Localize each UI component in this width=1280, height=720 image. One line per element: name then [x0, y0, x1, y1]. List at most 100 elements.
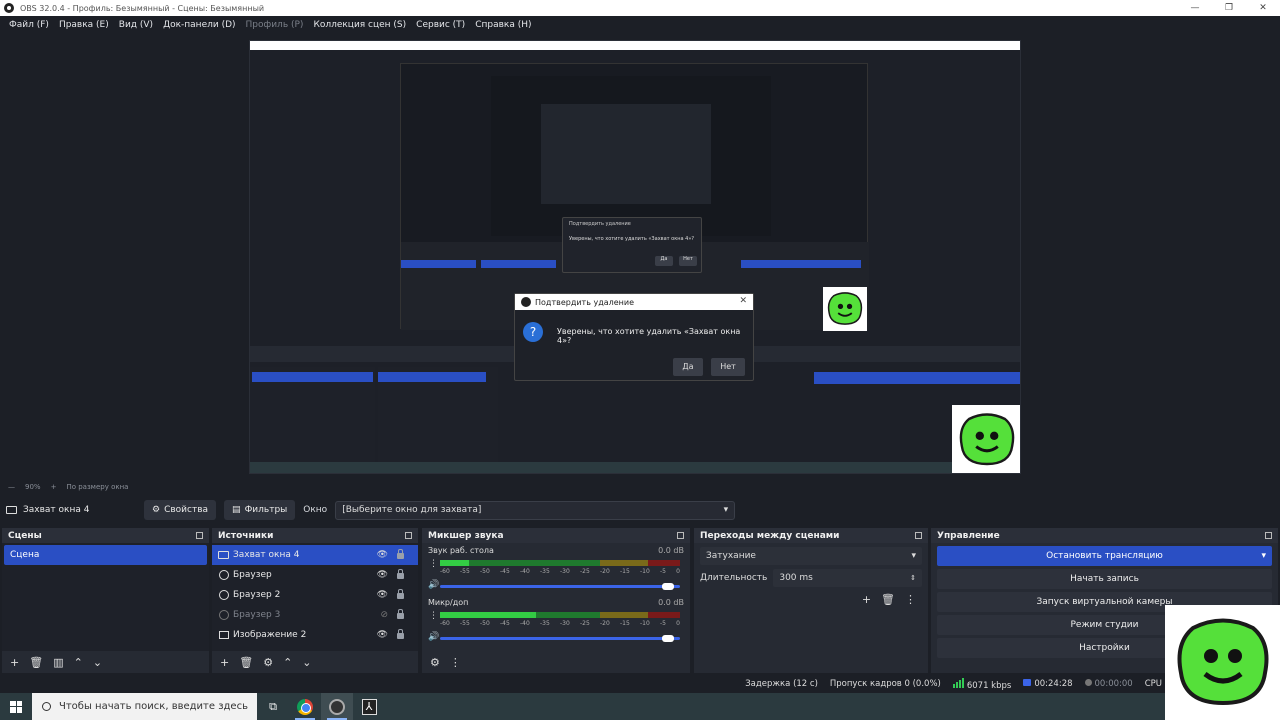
zoom-bar: — 90% + По размеру окна: [0, 481, 1280, 493]
more-icon[interactable]: ⋮: [450, 656, 461, 669]
menu-view[interactable]: Вид (V): [114, 20, 158, 30]
scene-item[interactable]: Сцена: [4, 545, 207, 565]
undock-icon[interactable]: [1265, 532, 1272, 539]
trash-icon[interactable]: 🗑: [881, 593, 895, 606]
undock-icon[interactable]: [196, 532, 203, 539]
spinner-icon[interactable]: ⇕: [910, 574, 916, 582]
lock-icon[interactable]: [397, 589, 404, 599]
more-icon[interactable]: ⋮: [429, 611, 438, 621]
lock-icon[interactable]: [397, 549, 404, 559]
maximize-icon[interactable]: ❐: [1212, 3, 1246, 13]
undock-icon[interactable]: [677, 532, 684, 539]
undock-icon[interactable]: [915, 532, 922, 539]
trash-icon[interactable]: 🗑: [29, 656, 43, 669]
status-delay: Задержка (12 с): [745, 679, 818, 689]
zoom-in-icon[interactable]: +: [51, 483, 57, 491]
lock-icon[interactable]: [397, 629, 404, 639]
speaker-icon[interactable]: 🔊: [428, 580, 439, 590]
transition-select[interactable]: Затухание ▾: [700, 547, 922, 565]
eye-icon[interactable]: 👁: [377, 630, 388, 640]
menu-help[interactable]: Справка (H): [470, 20, 536, 30]
menu-profile[interactable]: Профиль (P): [241, 20, 309, 30]
mixer-title: Микшер звука: [428, 530, 504, 541]
window-select[interactable]: [Выберите окно для захвата] ▾: [335, 500, 736, 520]
controls-title: Управление: [937, 530, 1000, 541]
move-down-icon[interactable]: ⌄: [93, 656, 102, 669]
scenes-dock: Сцены Сцена + 🗑 ▥ ⌃ ⌄: [2, 528, 209, 673]
eye-icon[interactable]: 👁: [377, 590, 388, 600]
volume-knob[interactable]: [662, 583, 674, 590]
menu-edit[interactable]: Правка (E): [54, 20, 114, 30]
source-item-image-2[interactable]: Изображение 2 👁: [212, 625, 418, 645]
app-taskbar-button[interactable]: ⅄: [353, 693, 385, 720]
chrome-taskbar-button[interactable]: [289, 693, 321, 720]
monitor-icon: [218, 551, 229, 559]
mixer-channel-desktop: Звук раб. стола 0.0 dB ⋮ -60 -55 -50 -45 -40-…: [422, 543, 690, 595]
preview-area[interactable]: Подтвердить удаление Уверены, что хотите…: [0, 33, 1280, 480]
menu-docks[interactable]: Док-панели (D): [158, 20, 240, 30]
zoom-out-icon[interactable]: —: [8, 483, 15, 491]
speaker-icon[interactable]: 🔊: [428, 632, 439, 642]
more-icon[interactable]: ⋮: [429, 559, 438, 569]
taskbar-search[interactable]: Чтобы начать поиск, введите здесь: [32, 693, 257, 720]
menu-file[interactable]: Файл (F): [4, 20, 54, 30]
lock-icon[interactable]: [397, 569, 404, 579]
close-icon[interactable]: ✕: [739, 296, 747, 306]
gear-icon[interactable]: ⚙: [263, 656, 273, 669]
gear-icon[interactable]: ⚙: [430, 656, 440, 669]
title-bar: OBS 32.0.4 - Профиль: Безымянный - Сцены…: [0, 0, 1280, 16]
question-icon: ?: [523, 322, 543, 342]
stop-stream-button[interactable]: Остановить трансляцию ▾: [937, 546, 1272, 566]
source-item-browser-2[interactable]: Браузер 2 👁: [212, 585, 418, 605]
chrome-icon: [297, 698, 313, 715]
source-item-window-capture-4[interactable]: Захват окна 4 👁: [212, 545, 418, 565]
channel-db: 0.0 dB: [658, 598, 684, 607]
filter-icon[interactable]: ▥: [53, 656, 63, 669]
move-up-icon[interactable]: ⌃: [283, 656, 292, 669]
move-up-icon[interactable]: ⌃: [74, 656, 83, 669]
source-item-browser-3[interactable]: Браузер 3 ⊘: [212, 605, 418, 625]
obs-taskbar-button[interactable]: [321, 693, 353, 720]
eye-icon[interactable]: 👁: [377, 570, 388, 580]
preview-canvas[interactable]: Подтвердить удаление Уверены, что хотите…: [249, 40, 1021, 474]
nested-dialog-text: Уверены, что хотите удалить «Захват окна…: [569, 236, 695, 242]
chevron-down-icon[interactable]: ▾: [1261, 551, 1266, 561]
no-button[interactable]: Нет: [711, 358, 745, 376]
source-label: Браузер 2: [233, 590, 281, 600]
source-label: Браузер 3: [233, 610, 281, 620]
properties-button[interactable]: ⚙ Свойства: [144, 500, 217, 520]
source-item-browser[interactable]: Браузер 👁: [212, 565, 418, 585]
volume-knob[interactable]: [662, 635, 674, 642]
mixer-channel-mic: Микр/доп 0.0 dB ⋮ -60 -55 -50 -45 -40 -35 -30 -2…: [422, 595, 690, 647]
confirm-dialog: Подтвердить удаление ✕ ? Уверены, что хо…: [514, 293, 754, 381]
task-view-button[interactable]: ⧉: [257, 693, 289, 720]
eye-hidden-icon[interactable]: ⊘: [380, 610, 388, 620]
start-button[interactable]: [0, 700, 32, 713]
minimize-icon[interactable]: —: [1178, 3, 1212, 13]
trash-icon[interactable]: 🗑: [239, 656, 253, 669]
volume-slider[interactable]: [440, 585, 680, 588]
add-icon[interactable]: +: [220, 656, 229, 669]
undock-icon[interactable]: [405, 532, 412, 539]
add-icon[interactable]: +: [862, 593, 871, 606]
zoom-mode[interactable]: По размеру окна: [66, 483, 128, 491]
close-icon[interactable]: ✕: [1246, 3, 1280, 13]
move-down-icon[interactable]: ⌄: [302, 656, 311, 669]
filters-button[interactable]: ▤ Фильтры: [224, 500, 296, 520]
more-icon[interactable]: ⋮: [905, 593, 916, 606]
menu-tools[interactable]: Сервис (T): [411, 20, 470, 30]
scenes-title: Сцены: [8, 530, 42, 541]
start-record-button[interactable]: Начать запись: [937, 569, 1272, 589]
meter-scale: -60 -55 -50 -45 -40 -35 -30 -25 -20 -15 -10 -5 0: [440, 568, 680, 575]
chevron-down-icon: ▾: [911, 551, 916, 561]
volume-slider[interactable]: [440, 637, 680, 640]
window-title: OBS 32.0.4 - Профиль: Безымянный - Сцены…: [20, 3, 265, 13]
channel-name: Звук раб. стола: [428, 546, 494, 555]
duration-input[interactable]: 300 ms ⇕: [773, 569, 922, 587]
add-icon[interactable]: +: [10, 656, 19, 669]
lock-icon[interactable]: [397, 609, 404, 619]
eye-icon[interactable]: 👁: [377, 550, 388, 560]
record-time-value: 00:00:00: [1094, 679, 1133, 689]
yes-button[interactable]: Да: [673, 358, 703, 376]
menu-scene-collection[interactable]: Коллекция сцен (S): [308, 20, 411, 30]
